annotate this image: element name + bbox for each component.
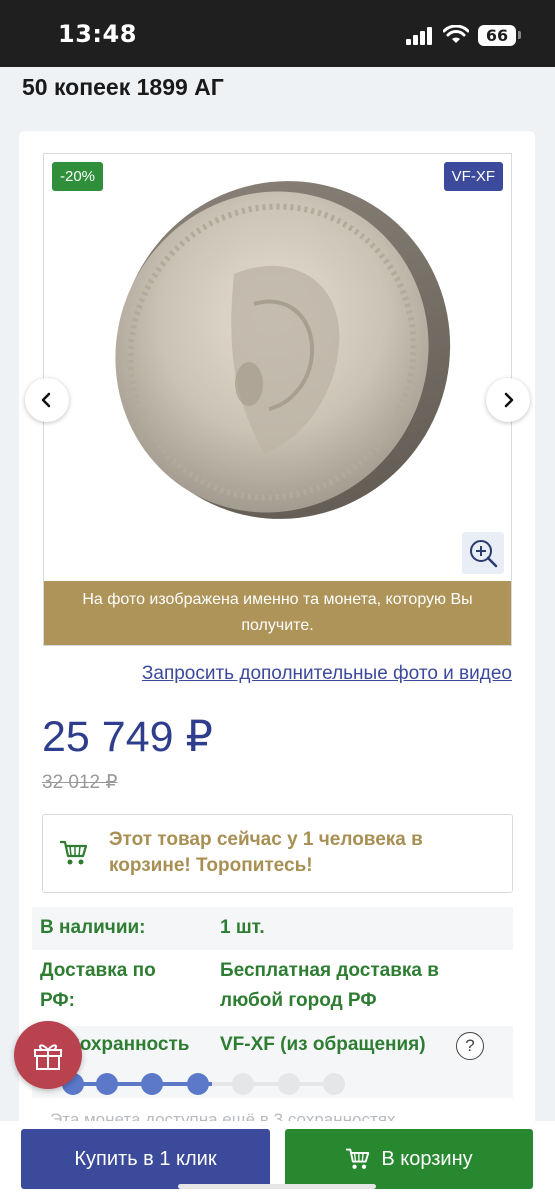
- cart-notice: Этот товар сейчас у 1 человека в корзине…: [42, 814, 513, 893]
- add-to-cart-label: В корзину: [381, 1147, 473, 1170]
- home-indicator: [178, 1184, 376, 1189]
- photo-caption: На фото изображена именно та монета, кот…: [44, 581, 511, 645]
- help-icon[interactable]: ?: [456, 1032, 484, 1060]
- grade-badge: VF-XF: [443, 162, 503, 191]
- gift-icon: [34, 1044, 62, 1070]
- status-time: 13:48: [58, 20, 137, 48]
- grade-dot: [323, 1073, 345, 1095]
- coin-photo[interactable]: [44, 154, 511, 581]
- spec-table: В наличии: 1 шт. Доставка по РФ: Бесплат…: [32, 907, 513, 1098]
- zoom-button[interactable]: [462, 532, 504, 574]
- spec-row-delivery: Доставка по РФ: Бесплатная доставка в лю…: [32, 950, 513, 1026]
- gift-button[interactable]: [14, 1021, 82, 1089]
- grade-scale: [62, 1072, 345, 1096]
- spec-key: Сохранность: [66, 1034, 190, 1055]
- product-gallery[interactable]: -20% VF-XF На фото изображена именно та …: [43, 153, 512, 646]
- current-price: 25 749 ₽: [42, 713, 213, 761]
- spec-row-stock: В наличии: 1 шт.: [32, 907, 513, 950]
- grade-dot: [141, 1073, 163, 1095]
- spec-key: Доставка по РФ:: [40, 960, 156, 1011]
- grade-dot: [278, 1073, 300, 1095]
- battery-tip: [518, 31, 521, 39]
- request-more-photos-link[interactable]: Запросить дополнительные фото и видео: [142, 663, 512, 685]
- spec-value: 1 шт.: [220, 917, 265, 938]
- spec-value: Бесплатная доставка в любой город РФ: [220, 960, 439, 1011]
- gallery-next-button[interactable]: [486, 378, 530, 422]
- cart-icon: [346, 1148, 370, 1169]
- spec-key: В наличии:: [40, 917, 146, 938]
- page-title: 50 копеек 1899 АГ: [22, 74, 224, 100]
- discount-badge: -20%: [52, 162, 104, 191]
- cellular-signal-icon: [406, 27, 436, 45]
- spec-value: VF-XF (из обращения): [220, 1034, 426, 1055]
- cart-icon: [60, 840, 88, 865]
- gallery-prev-button[interactable]: [25, 378, 69, 422]
- zoom-in-icon: [470, 540, 498, 568]
- wifi-icon: [443, 25, 469, 43]
- grade-dot: [187, 1073, 209, 1095]
- status-bar: 13:48 66: [0, 0, 555, 67]
- old-price: 32 012 ₽: [42, 772, 118, 793]
- buy-one-click-button[interactable]: Купить в 1 клик: [21, 1129, 270, 1189]
- chevron-right-icon: [504, 392, 514, 408]
- add-to-cart-button[interactable]: В корзину: [285, 1129, 533, 1189]
- grade-dot: [96, 1073, 118, 1095]
- chevron-left-icon: [41, 392, 51, 408]
- battery-indicator: 66: [478, 25, 516, 46]
- cart-notice-text: Этот товар сейчас у 1 человека в корзине…: [109, 829, 423, 876]
- grade-dot: [232, 1073, 254, 1095]
